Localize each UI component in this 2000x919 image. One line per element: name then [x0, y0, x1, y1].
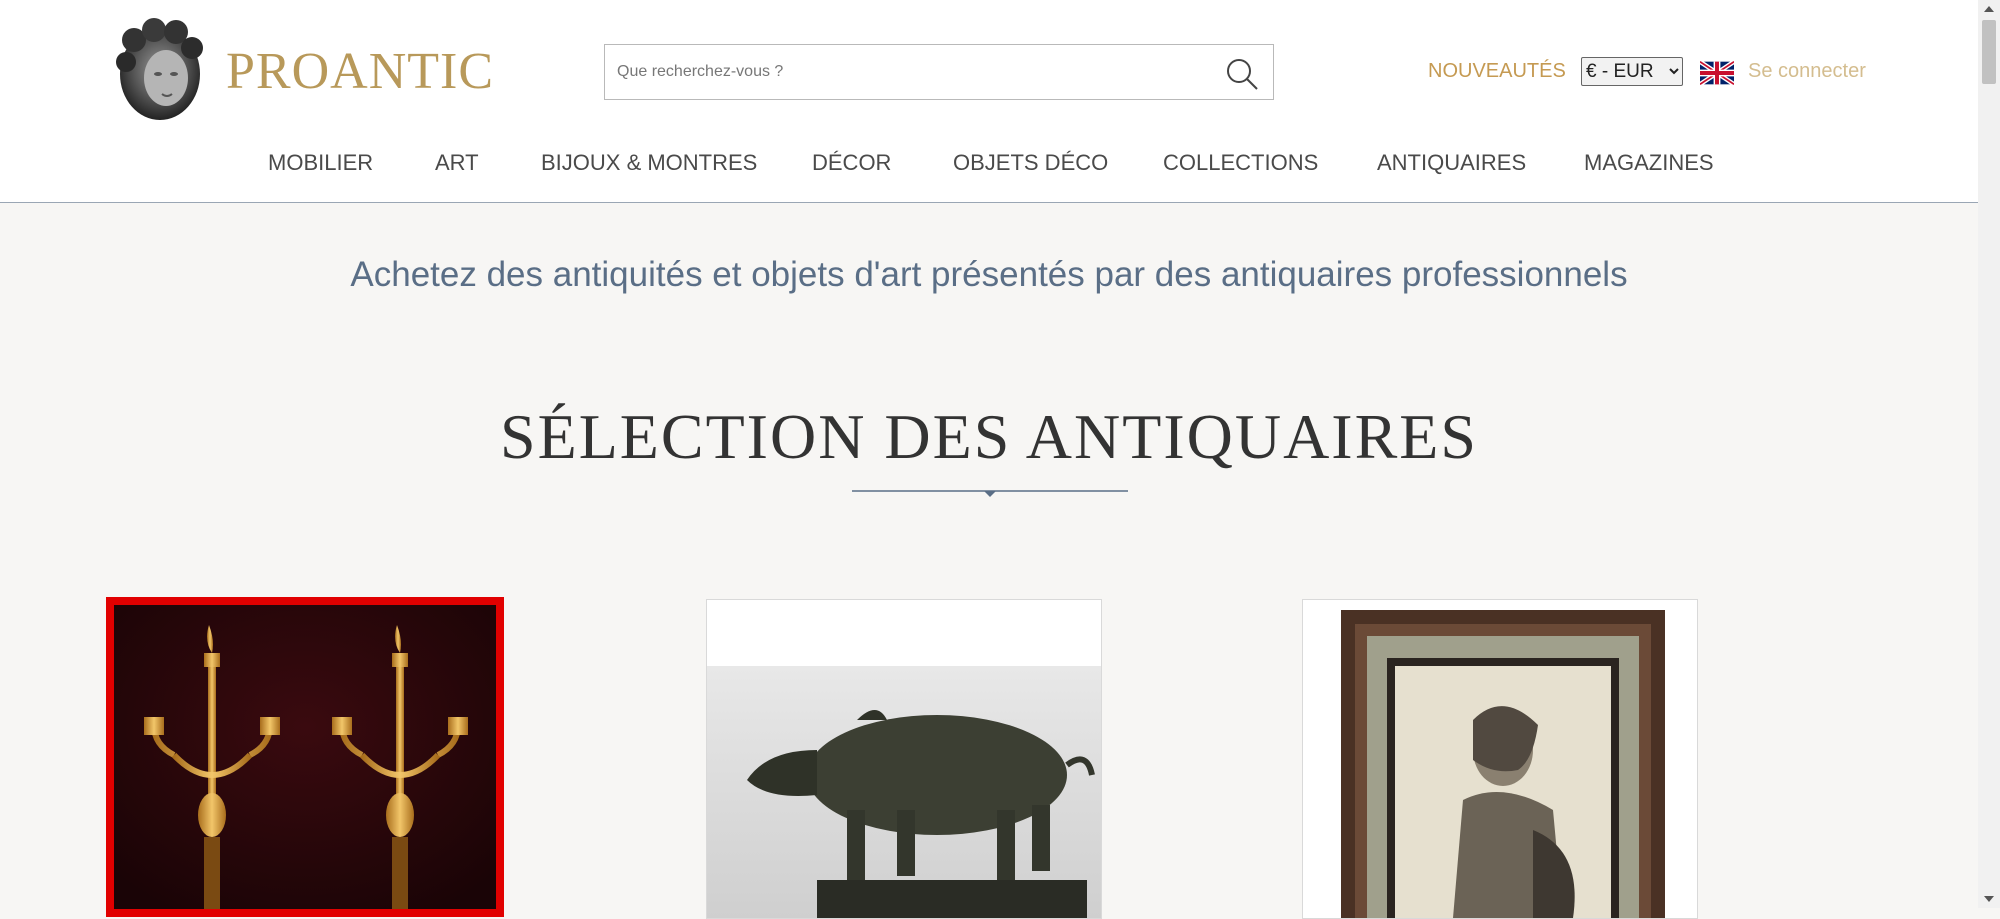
site-header: PROANTIC NOUVEAUTÉS € - EUR Se connecter… [0, 0, 1978, 203]
nav-item-objets-deco[interactable]: OBJETS DÉCO [953, 150, 1108, 176]
scroll-down-icon[interactable] [1978, 890, 2000, 908]
nav-item-magazines[interactable]: MAGAZINES [1584, 150, 1714, 176]
search-box [604, 44, 1274, 100]
framed-portrait-image [1303, 600, 1697, 918]
product-card-candelabra[interactable] [106, 597, 504, 917]
nav-item-mobilier[interactable]: MOBILIER [268, 150, 373, 176]
section-title: SÉLECTION DES ANTIQUAIRES [500, 401, 1478, 472]
nav-item-collections[interactable]: COLLECTIONS [1163, 150, 1318, 176]
uk-flag-icon[interactable] [1700, 60, 1734, 86]
tagline: Achetez des antiquités et objets d'art p… [350, 255, 1628, 294]
login-link[interactable]: Se connecter [1748, 60, 1866, 83]
cherub-logo-icon[interactable] [110, 18, 210, 124]
title-divider [852, 490, 1128, 497]
search-icon[interactable] [1225, 57, 1259, 91]
boar-sculpture-image [707, 600, 1101, 918]
nav-item-art[interactable]: ART [435, 150, 479, 176]
page-scrollbar[interactable] [1978, 0, 2000, 908]
currency-select[interactable]: € - EUR [1581, 57, 1683, 86]
scroll-up-icon[interactable] [1978, 0, 2000, 18]
nav-item-antiquaires[interactable]: ANTIQUAIRES [1377, 150, 1526, 176]
scroll-thumb[interactable] [1982, 20, 1996, 84]
search-input[interactable] [605, 45, 1205, 99]
product-card-boar[interactable] [706, 599, 1102, 919]
new-arrivals-link[interactable]: NOUVEAUTÉS [1428, 60, 1566, 83]
candelabra-image [114, 605, 496, 909]
brand-name[interactable]: PROANTIC [226, 42, 494, 101]
main-nav: MOBILIER ART BIJOUX & MONTRES DÉCOR OBJE… [0, 150, 1978, 180]
product-card-portrait[interactable] [1302, 599, 1698, 919]
nav-item-decor[interactable]: DÉCOR [812, 150, 891, 176]
nav-item-bijoux-montres[interactable]: BIJOUX & MONTRES [541, 150, 757, 176]
